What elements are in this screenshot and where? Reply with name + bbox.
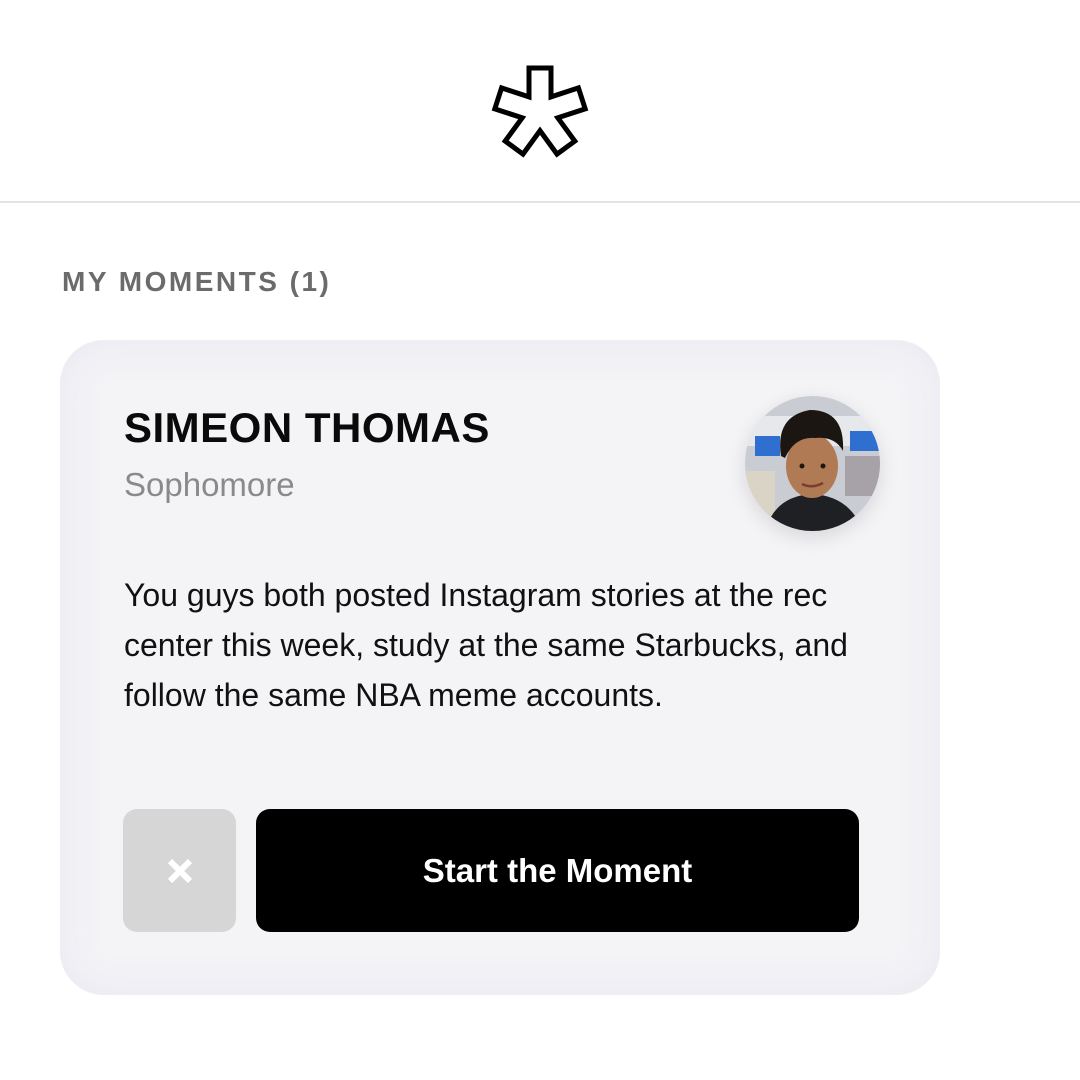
moment-card: SIMEON THOMAS Sophomore You guys both po… xyxy=(60,340,940,995)
avatar[interactable] xyxy=(745,396,880,531)
asterisk-logo-icon xyxy=(491,65,589,158)
dismiss-button[interactable] xyxy=(123,809,236,932)
person-name: SIMEON THOMAS xyxy=(124,404,490,451)
close-icon xyxy=(167,858,192,883)
avatar-photo xyxy=(745,396,880,531)
person-year: Sophomore xyxy=(124,466,295,503)
section-title: MY MOMENTS (1) xyxy=(62,266,332,297)
start-moment-button[interactable]: Start the Moment xyxy=(256,809,859,932)
moment-description: You guys both posted Instagram stories a… xyxy=(124,577,848,713)
app-header xyxy=(0,0,1080,203)
